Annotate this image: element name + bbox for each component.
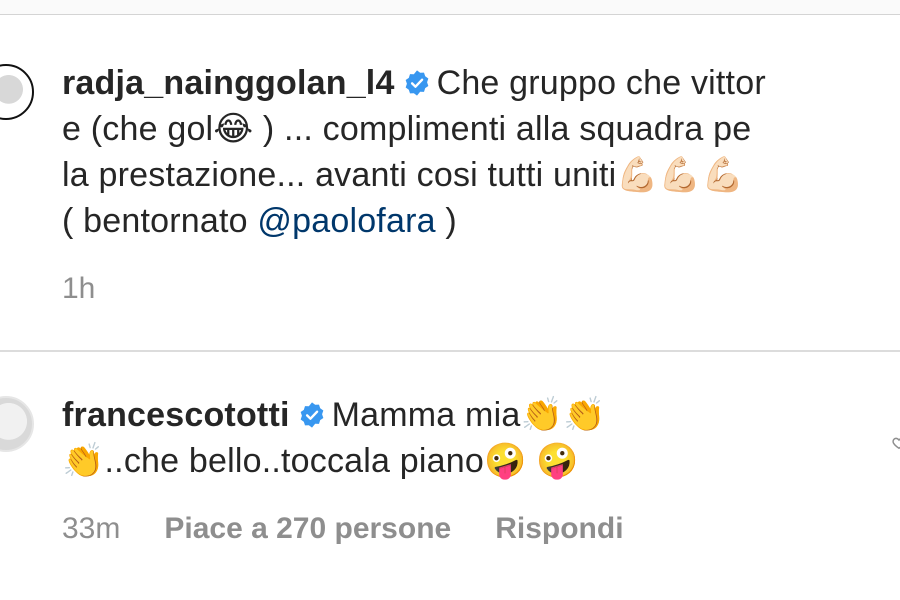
comment-text-segment: ) <box>435 202 457 240</box>
comment-line-1: radja_nainggolan_l4 Che gruppo che vittor <box>62 60 900 106</box>
verified-badge-icon <box>405 70 428 96</box>
comment-line-2: e (che gol😂 ) ... complimenti alla squad… <box>62 110 752 148</box>
username-link[interactable]: radja_nainggolan_l4 <box>62 64 395 102</box>
comment-body: Che gruppo che vittor <box>436 64 766 102</box>
avatar[interactable] <box>0 396 34 452</box>
comment-text: radja_nainggolan_l4 Che gruppo che vittor… <box>62 60 900 244</box>
likes-count-button[interactable]: Piace a 270 persone <box>164 512 451 546</box>
verified-badge-icon <box>300 402 323 428</box>
mention-link[interactable]: @paolofara <box>257 202 435 240</box>
comment-body: Mamma mia👏👏 <box>331 396 606 434</box>
comment-line-3: la prestazione... avanti cosi tutti unit… <box>62 156 744 194</box>
heart-icon[interactable] <box>892 436 900 450</box>
comment-time[interactable]: 33m <box>62 512 120 546</box>
username-link[interactable]: francescototti <box>62 396 290 434</box>
reply-button[interactable]: Rispondi <box>495 512 623 546</box>
comment-line-1: francescototti Mamma mia👏👏 <box>62 392 900 438</box>
comment-text-segment: ( bentornato <box>62 202 258 240</box>
comment-meta: 1h <box>62 272 95 306</box>
comment-line-4: ( bentornato @paolofara ) <box>62 198 900 244</box>
avatar[interactable] <box>0 64 34 120</box>
divider <box>0 350 900 352</box>
comment-line-2: 👏..che bello..toccala piano🤪 🤪 <box>62 442 579 480</box>
comment-meta: 33m Piace a 270 persone Rispondi <box>62 512 624 546</box>
top-bar <box>0 0 900 15</box>
comment-text: francescototti Mamma mia👏👏 👏..che bello..… <box>62 392 900 484</box>
comment-time[interactable]: 1h <box>62 272 95 306</box>
